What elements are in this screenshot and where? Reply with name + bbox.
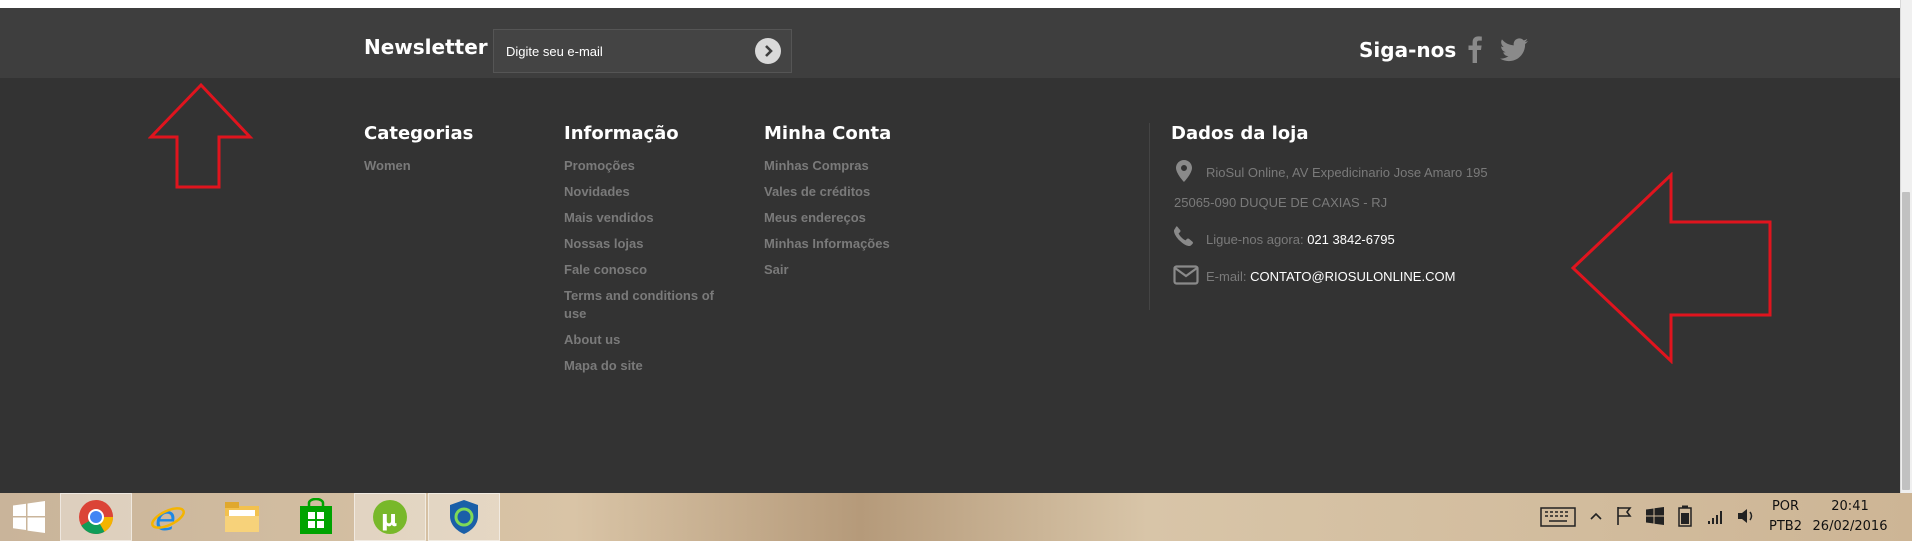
action-center-flag-icon[interactable] <box>1616 506 1634 526</box>
arrow-right-circle-icon <box>765 45 773 57</box>
info-link-promocoes[interactable]: Promoções <box>564 157 734 175</box>
scrollbar-thumb[interactable] <box>1902 192 1910 490</box>
phone-icon <box>1174 226 1193 246</box>
windows-logo-icon <box>13 501 45 533</box>
clock-date: 26/02/2016 <box>1812 519 1888 534</box>
chrome-icon <box>79 500 113 534</box>
svg-text:µ: µ <box>381 507 397 532</box>
signal-icon[interactable] <box>1706 506 1726 526</box>
account-link-minhas-compras[interactable]: Minhas Compras <box>764 157 890 175</box>
taskbar-utorrent[interactable]: µ <box>354 493 426 541</box>
store-phone-row: Ligue-nos agora: 021 3842-6795 <box>1206 232 1395 247</box>
newsletter-bar: Newsletter Siga-nos <box>0 8 1900 78</box>
taskbar-vpn-shield[interactable] <box>428 493 500 541</box>
info-link-terms[interactable]: Terms and conditions of use <box>564 287 734 323</box>
info-link-mais-vendidos[interactable]: Mais vendidos <box>564 209 734 227</box>
column-divider <box>1149 123 1150 310</box>
info-link-novidades[interactable]: Novidades <box>564 183 734 201</box>
windows-small-icon[interactable] <box>1646 507 1664 525</box>
start-button[interactable] <box>0 493 58 541</box>
clock-time: 20:41 <box>1831 499 1869 514</box>
categories-list: Women <box>364 157 411 183</box>
facebook-icon[interactable] <box>1465 35 1485 63</box>
annotation-up-arrow <box>148 82 254 189</box>
folder-icon <box>225 502 259 532</box>
input-language-indicator[interactable]: POR PTB2 <box>1769 497 1802 537</box>
twitter-icon[interactable] <box>1500 38 1528 62</box>
information-title: Informação <box>564 123 679 144</box>
newsletter-form <box>493 29 792 73</box>
account-link-sair[interactable]: Sair <box>764 261 890 279</box>
newsletter-submit-button[interactable] <box>755 38 781 64</box>
keyboard-layout-code: PTB2 <box>1769 519 1802 534</box>
taskbar-chrome[interactable] <box>60 493 132 541</box>
account-link-vales[interactable]: Vales de créditos <box>764 183 890 201</box>
category-link-women[interactable]: Women <box>364 157 411 175</box>
info-link-mapa-do-site[interactable]: Mapa do site <box>564 357 734 375</box>
store-info-title: Dados da loja <box>1171 123 1309 144</box>
windows-taskbar: e µ POR PTB2 20:41 26/02/2016 <box>0 493 1912 541</box>
store-email-address[interactable]: CONTATO@RIOSULONLINE.COM <box>1250 269 1455 284</box>
page-scrollbar[interactable] <box>1900 0 1912 493</box>
keyboard-icon[interactable] <box>1540 507 1576 527</box>
envelope-icon <box>1173 265 1199 285</box>
store-email-row: E-mail: CONTATO@RIOSULONLINE.COM <box>1206 269 1455 284</box>
categories-title: Categorias <box>364 123 474 144</box>
utorrent-icon: µ <box>373 500 407 534</box>
info-link-fale-conosco[interactable]: Fale conosco <box>564 261 734 279</box>
battery-icon[interactable] <box>1678 505 1692 527</box>
language-code: POR <box>1771 499 1800 514</box>
show-hidden-icons-icon[interactable] <box>1590 512 1602 520</box>
newsletter-title: Newsletter <box>364 35 488 59</box>
system-clock[interactable]: 20:41 26/02/2016 <box>1800 497 1900 537</box>
follow-us-title: Siga-nos <box>1359 38 1457 62</box>
newsletter-email-input[interactable] <box>494 30 744 72</box>
account-link-enderecos[interactable]: Meus endereços <box>764 209 890 227</box>
email-label: E-mail: <box>1206 269 1247 284</box>
taskbar-windows-store[interactable] <box>280 493 352 541</box>
browser-top-edge <box>0 0 1912 8</box>
svg-text:e: e <box>155 499 176 536</box>
my-account-list: Minhas Compras Vales de créditos Meus en… <box>764 157 890 287</box>
info-link-about-us[interactable]: About us <box>564 331 734 349</box>
info-link-nossas-lojas[interactable]: Nossas lojas <box>564 235 734 253</box>
store-address-line2: 25065-090 DUQUE DE CAXIAS - RJ <box>1174 195 1388 210</box>
internet-explorer-icon: e <box>151 499 185 536</box>
phone-label: Ligue-nos agora: <box>1206 232 1304 247</box>
taskbar-file-explorer[interactable] <box>206 493 278 541</box>
store-phone-number[interactable]: 021 3842-6795 <box>1307 232 1394 247</box>
location-pin-icon <box>1176 160 1192 182</box>
store-address-line1: RioSul Online, AV Expedicinario Jose Ama… <box>1206 165 1488 180</box>
account-link-informacoes[interactable]: Minhas Informações <box>764 235 890 253</box>
shield-icon <box>450 500 478 534</box>
volume-icon[interactable] <box>1736 506 1756 526</box>
my-account-title: Minha Conta <box>764 123 892 144</box>
annotation-left-arrow <box>1570 172 1772 364</box>
information-list: Promoções Novidades Mais vendidos Nossas… <box>564 157 734 383</box>
taskbar-internet-explorer[interactable]: e <box>132 493 204 541</box>
store-bag-icon <box>300 498 332 534</box>
